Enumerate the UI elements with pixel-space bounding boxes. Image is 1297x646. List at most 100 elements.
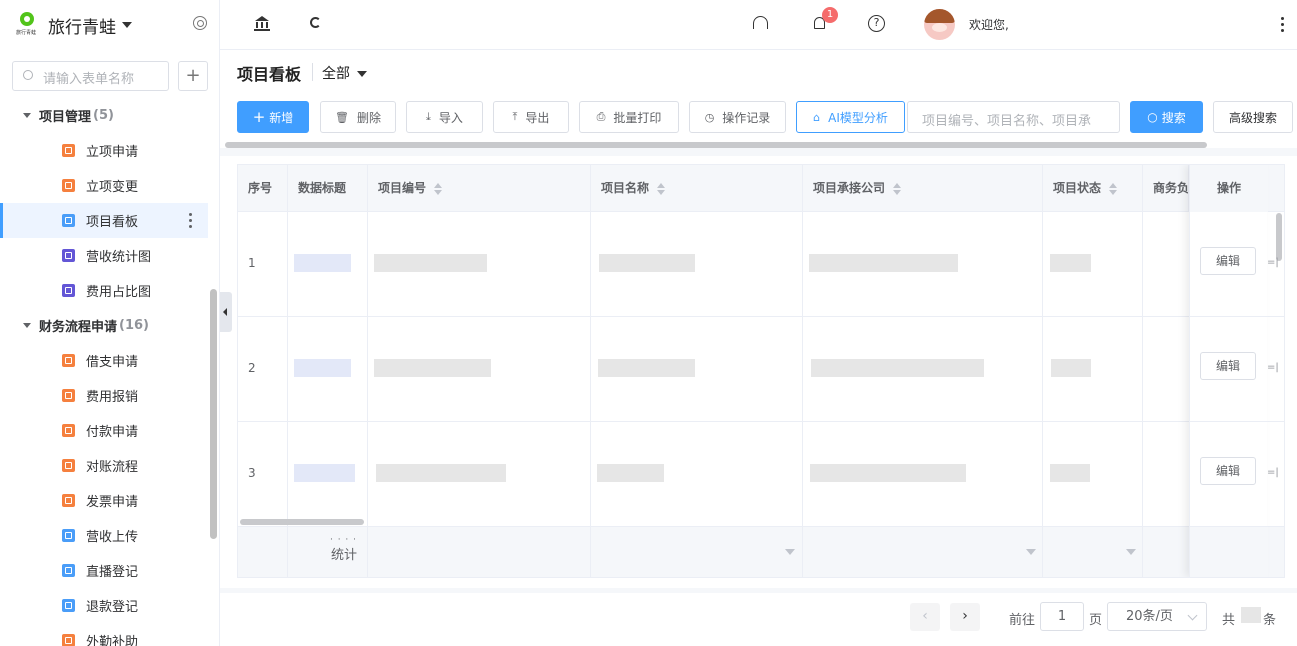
ai-analysis-button[interactable]: ⌂ AI模型分析 <box>796 101 905 133</box>
tree-item-expense[interactable]: 费用报销 <box>0 378 208 413</box>
tree-item-loan[interactable]: 借支申请 <box>0 343 208 378</box>
avatar[interactable] <box>924 9 955 40</box>
clock-icon: ◷ <box>704 110 715 124</box>
keyword-search-input[interactable]: 项目编号、项目名称、项目承 <box>907 101 1120 133</box>
tree-item-livestream[interactable]: 直播登记 <box>0 553 208 588</box>
form-icon <box>62 424 75 437</box>
table-row[interactable]: 2 <box>238 317 1284 422</box>
upload-icon: ⤒ <box>512 110 518 123</box>
refresh-icon[interactable] <box>308 15 326 33</box>
cell-overflow-mark: =| <box>1267 467 1279 478</box>
tree-group-finance[interactable]: 财务流程申请 (16) <box>0 308 208 343</box>
tree-item-cost-chart[interactable]: 费用占比图 <box>0 273 208 308</box>
welcome-text: 欢迎您, <box>969 18 1009 32</box>
tree-item-label: 直播登记 <box>86 565 139 580</box>
sort-icon[interactable] <box>434 182 443 195</box>
sort-icon[interactable] <box>893 182 902 195</box>
table-horizontal-scrollbar[interactable] <box>240 519 364 525</box>
tree-item-revenue-upload[interactable]: 营收上传 <box>0 518 208 553</box>
summary-dropdown-icon[interactable] <box>785 549 795 555</box>
tree-item-reconcile[interactable]: 对账流程 <box>0 448 208 483</box>
add-form-button[interactable]: + <box>178 61 208 91</box>
brand[interactable]: 旅行青蛙 旅行青蛙 <box>16 10 132 40</box>
advanced-search-button[interactable]: 高级搜索 <box>1213 101 1293 133</box>
plus-icon: + <box>252 108 266 126</box>
tree-item-revenue-chart[interactable]: 营收统计图 <box>0 238 208 273</box>
col-header-status[interactable]: 项目状态 <box>1043 165 1143 212</box>
goto-suffix: 页 <box>1089 613 1103 628</box>
form-icon <box>62 459 75 472</box>
tree-item-project-change[interactable]: 立项变更 <box>0 168 208 203</box>
summary-dropdown-icon[interactable] <box>1026 549 1036 555</box>
search-button[interactable]: ○ 搜索 <box>1130 101 1203 133</box>
robot-icon: ⌂ <box>813 110 821 124</box>
tree-group-label: 项目管理 <box>39 110 92 125</box>
prev-page-button[interactable]: ‹ <box>910 603 940 631</box>
view-filter-dropdown[interactable]: 全部 <box>322 63 367 83</box>
table-vertical-scrollbar[interactable] <box>1276 213 1282 261</box>
page-number-input[interactable]: 1 <box>1040 602 1084 631</box>
help-icon[interactable]: ? <box>868 15 886 33</box>
table-row[interactable]: 3 <box>238 422 1284 527</box>
tree-item-project-board[interactable]: 项目看板 <box>0 203 208 238</box>
col-header-project-name[interactable]: 项目名称 <box>591 165 803 212</box>
edit-button[interactable]: 编辑 <box>1200 247 1256 275</box>
batch-print-button[interactable]: ⎙ 批量打印 <box>579 101 679 133</box>
table-row[interactable]: 1 <box>238 212 1284 317</box>
form-icon <box>62 214 75 227</box>
tree-item-label: 项目看板 <box>86 215 139 230</box>
col-header-company[interactable]: 项目承接公司 <box>803 165 1043 212</box>
tree-item-project-apply[interactable]: 立项申请 <box>0 133 208 168</box>
form-icon <box>62 634 75 646</box>
tree-group-project-management[interactable]: 项目管理 (5) <box>0 98 208 133</box>
printer-icon: ⎙ <box>596 110 606 123</box>
more-vertical-icon[interactable] <box>1281 17 1284 32</box>
redacted-cell <box>1050 254 1091 272</box>
summary-dropdown-icon[interactable] <box>1126 549 1136 555</box>
import-button[interactable]: ⤓ 导入 <box>406 101 483 133</box>
bank-icon[interactable] <box>254 15 272 33</box>
edit-button[interactable]: 编辑 <box>1200 352 1256 380</box>
tree-group-count: (5) <box>93 108 114 123</box>
delete-button[interactable]: 🗑 删除 <box>320 101 396 133</box>
page-size-select[interactable]: 20条/页 <box>1107 602 1207 631</box>
tree-item-invoice[interactable]: 发票申请 <box>0 483 208 518</box>
sort-icon[interactable] <box>657 182 666 195</box>
tree-item-label: 营收统计图 <box>86 250 152 265</box>
tree-group-count: (16) <box>119 318 149 333</box>
tree-item-label: 营收上传 <box>86 530 139 545</box>
gear-icon[interactable] <box>193 16 207 30</box>
redacted-total <box>1241 607 1261 623</box>
redacted-cell <box>1051 359 1091 377</box>
export-button[interactable]: ⤒ 导出 <box>493 101 569 133</box>
form-icon <box>62 179 75 192</box>
top-header: 1 ? 欢迎您, <box>220 0 1297 50</box>
tree-item-label: 付款申请 <box>86 425 139 440</box>
chevron-down-icon <box>122 22 132 28</box>
form-tree: 项目管理 (5) 立项申请 立项变更 项目看板 营收统计图 费用占比图 财务流程… <box>0 98 208 646</box>
form-search-input[interactable]: 请输入表单名称 <box>12 61 169 91</box>
tree-item-payment[interactable]: 付款申请 <box>0 413 208 448</box>
edit-button[interactable]: 编辑 <box>1200 457 1256 485</box>
actions-column: 操作 编辑 编辑 编辑 <box>1189 165 1268 577</box>
search-icon: ○ <box>1147 110 1158 124</box>
title-divider <box>312 63 313 81</box>
col-header-business: 商务负 <box>1143 165 1189 212</box>
sidebar-scrollbar[interactable] <box>210 289 217 539</box>
more-vertical-icon[interactable] <box>189 213 192 228</box>
tree-item-field-allowance[interactable]: 外勤补助 <box>0 623 208 646</box>
tree-item-label: 立项申请 <box>86 145 139 160</box>
form-icon <box>62 529 75 542</box>
headset-icon[interactable] <box>752 15 770 33</box>
tree-item-refund[interactable]: 退款登记 <box>0 588 208 623</box>
col-header-project-no[interactable]: 项目编号 <box>368 165 591 212</box>
goto-prefix: 前往 <box>1009 613 1036 628</box>
history-button[interactable]: ◷ 操作记录 <box>689 101 786 133</box>
tree-item-label: 借支申请 <box>86 355 139 370</box>
next-page-button[interactable]: › <box>950 603 980 631</box>
collapse-sidebar-button[interactable] <box>220 292 232 332</box>
redacted-cell <box>294 464 355 482</box>
sort-icon[interactable] <box>1109 182 1118 195</box>
section-divider <box>220 148 1297 156</box>
new-button[interactable]: + 新增 <box>237 101 309 133</box>
